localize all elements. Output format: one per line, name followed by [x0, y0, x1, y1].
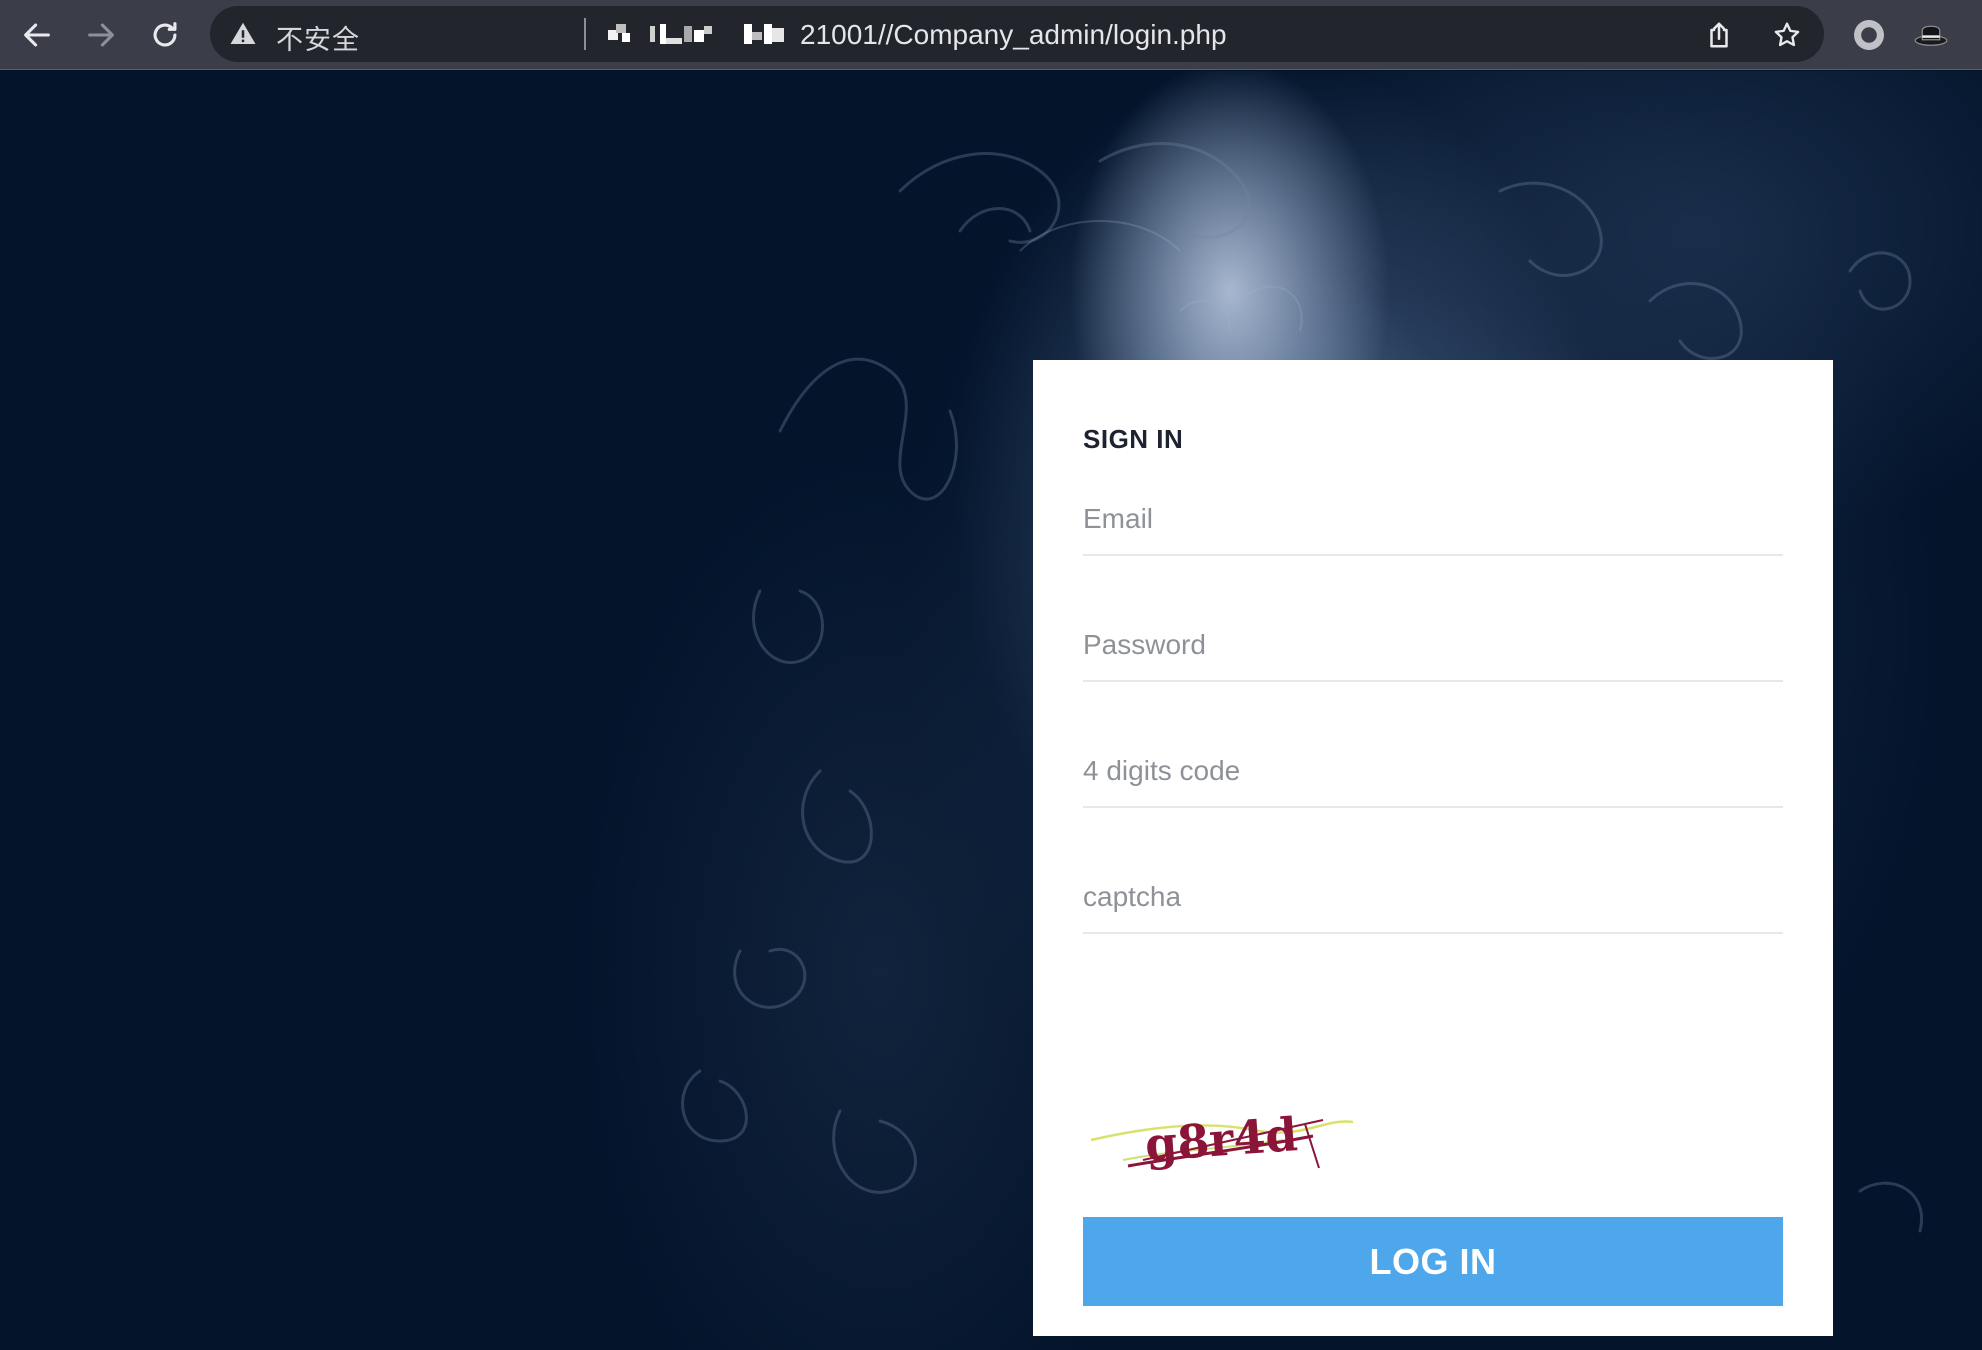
url-text[interactable]: 21001//Company_admin/login.php [800, 19, 1227, 51]
password-field[interactable] [1083, 610, 1783, 682]
share-icon [1710, 22, 1728, 48]
email-field[interactable] [1083, 484, 1783, 556]
share-button[interactable] [1700, 16, 1738, 54]
hat-extension-button[interactable] [1910, 14, 1952, 56]
address-separator [584, 18, 586, 50]
reload-icon [153, 22, 177, 47]
login-button[interactable]: LOG IN [1083, 1217, 1783, 1306]
login-page: SIGN IN g8r4d LOG IN [0, 71, 1982, 1350]
back-button[interactable] [12, 10, 62, 60]
forward-button[interactable] [76, 10, 126, 60]
warning-triangle-icon [230, 22, 256, 44]
address-bar[interactable]: 不安全 21001//Company_admin/login.php [210, 6, 1824, 62]
hat-extension-icon [1914, 25, 1948, 46]
forward-arrow-icon [88, 23, 114, 47]
captcha-field[interactable] [1083, 862, 1783, 934]
captcha-image[interactable]: g8r4d [1083, 1090, 1353, 1180]
star-icon [1774, 22, 1800, 47]
login-card: SIGN IN g8r4d LOG IN [1033, 360, 1833, 1336]
back-arrow-icon [24, 23, 50, 47]
reload-button[interactable] [140, 10, 190, 60]
redacted-host [608, 24, 784, 44]
svg-text:g8r4d: g8r4d [1143, 1107, 1299, 1172]
record-extension-icon [1854, 20, 1884, 50]
browser-toolbar: 不安全 21001//Company_admin/login.php [0, 0, 1982, 70]
security-label[interactable]: 不安全 [276, 18, 360, 57]
record-extension-button[interactable] [1848, 14, 1890, 56]
code-field[interactable] [1083, 736, 1783, 808]
sign-in-title: SIGN IN [1083, 424, 1184, 454]
bookmark-button[interactable] [1768, 16, 1806, 54]
